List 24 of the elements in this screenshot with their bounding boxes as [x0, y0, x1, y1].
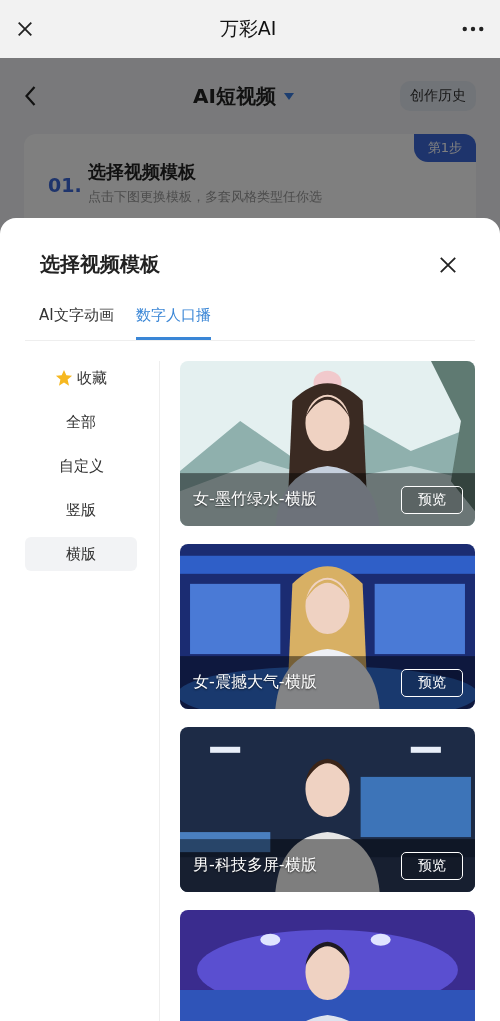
sheet-title: 选择视频模板 [40, 251, 160, 278]
page-title: AI短视频 [193, 82, 276, 110]
history-button[interactable]: 创作历史 [400, 81, 476, 111]
category-item[interactable]: 横版 [25, 537, 137, 571]
tab[interactable]: AI文字动画 [39, 298, 114, 340]
preview-button[interactable]: 预览 [401, 852, 463, 880]
back-icon[interactable] [24, 85, 37, 107]
caret-icon[interactable] [283, 92, 294, 100]
category-item[interactable]: 竖版 [25, 493, 137, 527]
category-item[interactable]: 收藏 [25, 361, 137, 395]
more-icon[interactable] [462, 26, 484, 32]
step-badge: 第1步 [413, 134, 476, 162]
category-item[interactable]: 全部 [25, 405, 137, 439]
step-number: 01. [48, 174, 82, 196]
close-icon[interactable] [439, 255, 457, 274]
category-item[interactable]: 自定义 [25, 449, 137, 483]
preview-button[interactable]: 预览 [401, 486, 463, 514]
close-icon[interactable] [16, 20, 34, 38]
tab[interactable]: 数字人口播 [135, 298, 211, 340]
step-title: 选择视频模板 [87, 160, 197, 184]
template-title: 女-墨竹绿水-横版 [193, 489, 317, 510]
preview-button[interactable]: 预览 [401, 669, 463, 697]
star-icon [55, 369, 73, 387]
app-title: 万彩AI [219, 16, 277, 41]
